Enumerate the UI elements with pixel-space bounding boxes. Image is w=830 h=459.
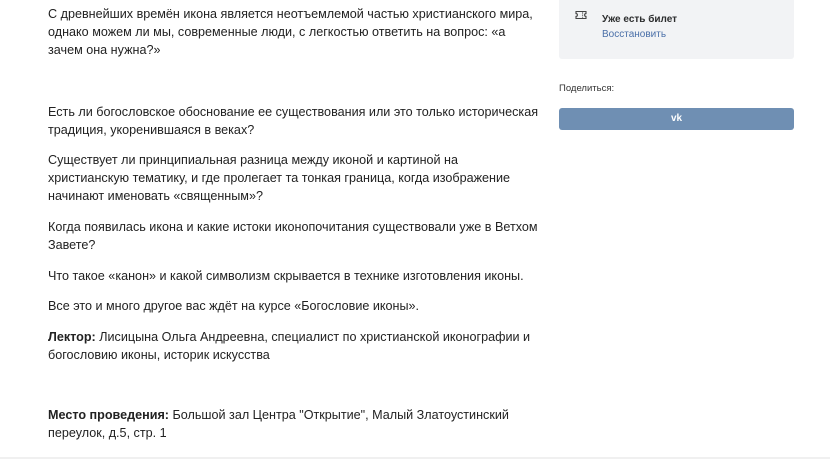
article-paragraph-question-3: Когда появилась икона и какие истоки ико…	[48, 220, 538, 252]
ticket-title: Уже есть билет	[602, 14, 678, 25]
ticket-restore-link[interactable]: Восстановить	[602, 29, 666, 40]
article-paragraph-question-4: Что такое «канон» и какой символизм скры…	[48, 269, 524, 283]
venue-info: Место проведения: Большой зал Центра "От…	[48, 406, 540, 442]
lecturer-label: Лектор:	[48, 330, 96, 344]
article-paragraph-question-2: Существует ли принципиальная разница меж…	[48, 153, 511, 203]
article-paragraph-question-1: Есть ли богословское обоснование ее суще…	[48, 105, 539, 137]
ticket-icon	[575, 10, 587, 20]
ticket-restore-card: Уже есть билет Восстановить	[559, 0, 794, 59]
vk-button-label: vk	[670, 113, 683, 124]
lecturer-text: Лисицына Ольга Андреевна, специалист по …	[48, 330, 531, 362]
venue-label: Место проведения:	[48, 408, 169, 422]
share-label: Поделиться:	[559, 83, 615, 94]
article-paragraph-intro: С древнейших времён икона является неотъ…	[48, 7, 533, 57]
vk-share-button[interactable]: vk	[559, 108, 794, 130]
article-paragraph-summary: Все это и много другое вас ждёт на курсе…	[48, 299, 420, 313]
lecturer-info: Лектор: Лисицына Ольга Андреевна, специа…	[48, 328, 540, 364]
